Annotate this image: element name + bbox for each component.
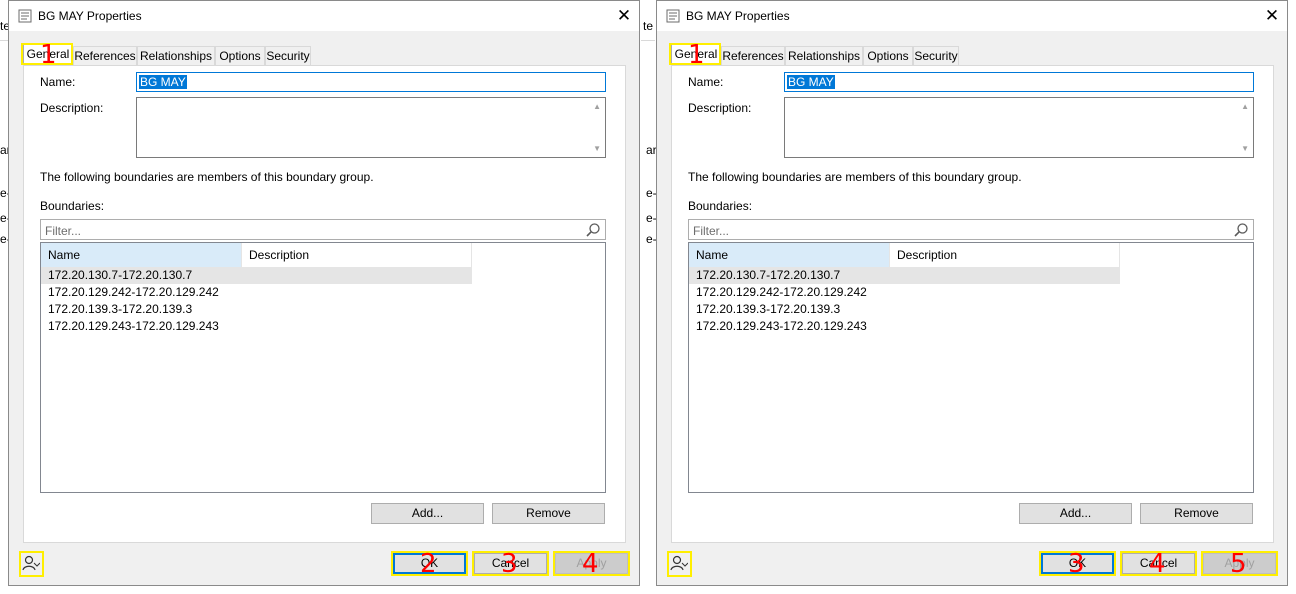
tab-references[interactable]: References xyxy=(721,46,785,65)
scroll-up-icon[interactable]: ▲ xyxy=(593,102,601,111)
name-label: Name: xyxy=(40,75,76,89)
remove-button[interactable]: Remove xyxy=(1140,503,1253,524)
dialog-title: BG MAY Properties xyxy=(38,9,142,23)
background-fragment: te xyxy=(643,19,654,33)
list-item[interactable]: 172.20.129.242-172.20.129.242 xyxy=(689,284,1120,301)
tab-options[interactable]: Options xyxy=(863,46,913,65)
scroll-down-icon[interactable]: ▼ xyxy=(1241,144,1249,153)
members-text: The following boundaries are members of … xyxy=(40,170,374,184)
title-bar: BG MAY Properties ✕ xyxy=(9,1,639,31)
add-button[interactable]: Add... xyxy=(1019,503,1132,524)
list-item[interactable]: 172.20.129.243-172.20.129.243 xyxy=(689,318,1120,335)
title-bar: BG MAY Properties ✕ xyxy=(657,1,1287,31)
cancel-button[interactable]: Cancel xyxy=(1122,553,1195,574)
list-item[interactable]: 172.20.130.7-172.20.130.7 xyxy=(41,267,472,284)
properties-icon xyxy=(666,9,680,23)
filter-placeholder: Filter... xyxy=(45,224,82,238)
tab-options[interactable]: Options xyxy=(215,46,265,65)
search-icon[interactable] xyxy=(585,222,601,238)
name-field[interactable]: BG MAY xyxy=(136,72,606,92)
filter-input[interactable]: Filter... xyxy=(40,219,606,240)
filter-input[interactable]: Filter... xyxy=(688,219,1254,240)
close-button[interactable]: ✕ xyxy=(609,1,639,31)
background-divider xyxy=(641,40,655,41)
tab-relationships[interactable]: Relationships xyxy=(785,46,863,65)
boundaries-list[interactable]: Name Description 172.20.130.7-172.20.130… xyxy=(40,242,606,493)
list-item[interactable]: 172.20.129.243-172.20.129.243 xyxy=(41,318,472,335)
close-button[interactable]: ✕ xyxy=(1257,1,1287,31)
properties-dialog-right: BG MAY Properties ✕ General References R… xyxy=(656,0,1288,586)
search-icon[interactable] xyxy=(1233,222,1249,238)
properties-icon xyxy=(18,9,32,23)
list-item[interactable]: 172.20.139.3-172.20.139.3 xyxy=(689,301,1120,318)
apply-button: Apply xyxy=(1203,553,1276,574)
column-header-description[interactable]: Description xyxy=(890,243,1120,267)
tab-security[interactable]: Security xyxy=(265,46,311,65)
description-field[interactable]: ▲ ▼ xyxy=(136,97,606,158)
properties-dialog-left: BG MAY Properties ✕ General References R… xyxy=(8,0,640,586)
column-header-name[interactable]: Name xyxy=(689,243,890,267)
remove-button[interactable]: Remove xyxy=(492,503,605,524)
name-field[interactable]: BG MAY xyxy=(784,72,1254,92)
members-text: The following boundaries are members of … xyxy=(688,170,1022,184)
column-header-name[interactable]: Name xyxy=(41,243,242,267)
boundaries-list[interactable]: Name Description 172.20.130.7-172.20.130… xyxy=(688,242,1254,493)
tab-relationships[interactable]: Relationships xyxy=(137,46,215,65)
ok-button[interactable]: OK xyxy=(393,553,466,574)
list-item[interactable]: 172.20.139.3-172.20.139.3 xyxy=(41,301,472,318)
tab-general[interactable]: General xyxy=(23,44,73,66)
cancel-button[interactable]: Cancel xyxy=(474,553,547,574)
boundaries-label: Boundaries: xyxy=(688,199,753,213)
scroll-down-icon[interactable]: ▼ xyxy=(593,144,601,153)
filter-placeholder: Filter... xyxy=(693,224,730,238)
dialog-title: BG MAY Properties xyxy=(686,9,790,23)
list-item[interactable]: 172.20.130.7-172.20.130.7 xyxy=(689,267,1120,284)
tab-general[interactable]: General xyxy=(671,44,721,66)
user-help-icon[interactable] xyxy=(22,554,40,572)
add-button[interactable]: Add... xyxy=(371,503,484,524)
background-app-left xyxy=(0,0,8,594)
description-field[interactable]: ▲ ▼ xyxy=(784,97,1254,158)
scroll-up-icon[interactable]: ▲ xyxy=(1241,102,1249,111)
boundaries-label: Boundaries: xyxy=(40,199,105,213)
tab-security[interactable]: Security xyxy=(913,46,959,65)
apply-button: Apply xyxy=(555,553,628,574)
column-header-description[interactable]: Description xyxy=(242,243,472,267)
ok-button[interactable]: OK xyxy=(1041,553,1114,574)
description-label: Description: xyxy=(688,101,752,115)
name-label: Name: xyxy=(688,75,724,89)
name-value: BG MAY xyxy=(787,75,835,89)
description-label: Description: xyxy=(40,101,104,115)
list-item[interactable]: 172.20.129.242-172.20.129.242 xyxy=(41,284,472,301)
tab-references[interactable]: References xyxy=(73,46,137,65)
background-divider xyxy=(0,40,8,41)
user-help-icon[interactable] xyxy=(670,554,688,572)
name-value: BG MAY xyxy=(139,75,187,89)
